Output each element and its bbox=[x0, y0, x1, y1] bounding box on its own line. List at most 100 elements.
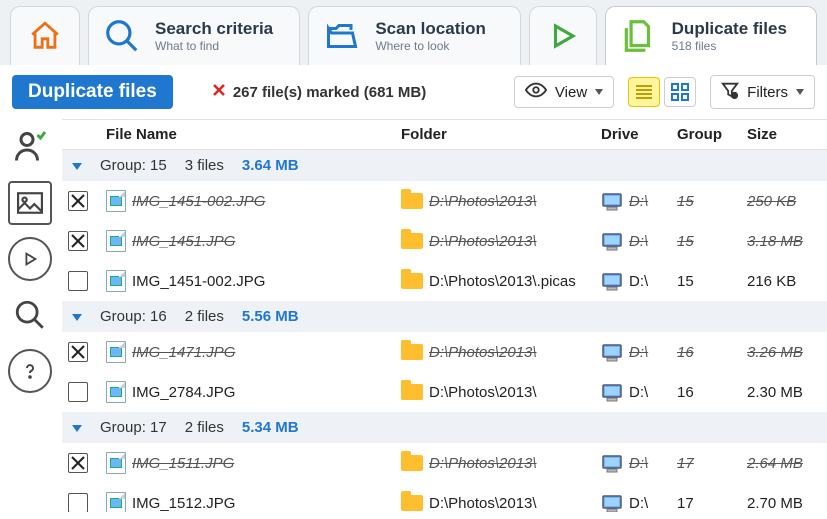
folder-open-icon bbox=[323, 17, 361, 55]
row-checkbox[interactable] bbox=[68, 382, 88, 402]
folder-icon bbox=[401, 193, 423, 209]
file-name: IMG_1512.JPG bbox=[132, 495, 235, 512]
drive-letter: D:\ bbox=[629, 455, 648, 472]
folder-icon bbox=[401, 233, 423, 249]
select-assistant-button[interactable] bbox=[8, 125, 52, 169]
list-view-button[interactable] bbox=[628, 77, 660, 107]
group-count: 2 files bbox=[185, 308, 224, 325]
group-header[interactable]: Group: 162 files5.56 MB bbox=[62, 301, 827, 332]
magnifier-icon bbox=[103, 17, 141, 55]
scan-location-sub: Where to look bbox=[375, 39, 486, 53]
search-criteria-tab[interactable]: Search criteria What to find bbox=[88, 6, 300, 65]
column-size[interactable]: Size bbox=[741, 120, 827, 149]
file-name: IMG_1451-002.JPG bbox=[132, 193, 265, 210]
image-file-icon bbox=[106, 341, 126, 363]
monitor-icon bbox=[601, 343, 623, 361]
column-folder[interactable]: Folder bbox=[395, 120, 595, 149]
image-file-icon bbox=[106, 492, 126, 512]
caret-down-icon bbox=[72, 419, 82, 436]
duplicate-files-tab[interactable]: Duplicate files 518 files bbox=[605, 6, 817, 65]
group-number: 16 bbox=[677, 344, 694, 361]
filters-label: Filters bbox=[747, 84, 788, 101]
main-area: File Name Folder Drive Group Size Group:… bbox=[0, 119, 827, 512]
group-size: 5.34 MB bbox=[242, 419, 299, 436]
group-number: 15 bbox=[677, 193, 694, 210]
svg-text:0: 0 bbox=[733, 94, 736, 99]
play-icon bbox=[544, 17, 582, 55]
group-number: 17 bbox=[677, 455, 694, 472]
column-check[interactable] bbox=[62, 120, 100, 149]
row-checkbox[interactable] bbox=[68, 493, 88, 512]
run-scan-tab[interactable] bbox=[529, 6, 597, 65]
marked-text: 267 file(s) marked (681 MB) bbox=[233, 84, 426, 101]
file-size: 216 KB bbox=[747, 273, 796, 290]
home-icon bbox=[26, 17, 64, 55]
group-header[interactable]: Group: 15 3 files 3.64 MB bbox=[62, 150, 827, 181]
image-file-icon bbox=[106, 381, 126, 403]
monitor-icon bbox=[601, 383, 623, 401]
column-filename[interactable]: File Name bbox=[100, 120, 395, 149]
table-row[interactable]: IMG_1451-002.JPGD:\Photos\2013\D:\15250 … bbox=[62, 181, 827, 221]
table-row[interactable]: IMG_1511.JPGD:\Photos\2013\D:\172.64 MB bbox=[62, 443, 827, 483]
group-count: 2 files bbox=[185, 419, 224, 436]
image-file-icon bbox=[106, 190, 126, 212]
group-number: 15 bbox=[677, 233, 694, 250]
drive-letter: D:\ bbox=[629, 193, 648, 210]
drive-letter: D:\ bbox=[629, 273, 648, 290]
help-button[interactable] bbox=[8, 349, 52, 393]
file-size: 3.18 MB bbox=[747, 233, 803, 250]
search-button[interactable] bbox=[8, 293, 52, 337]
table-row[interactable]: IMG_1512.JPGD:\Photos\2013\D:\172.70 MB bbox=[62, 483, 827, 512]
eye-icon bbox=[525, 82, 547, 102]
chevron-down-icon bbox=[796, 89, 804, 95]
group-label: Group: 15 bbox=[100, 157, 167, 174]
grid-view-button[interactable] bbox=[664, 77, 696, 107]
image-file-icon bbox=[106, 230, 126, 252]
caret-down-icon bbox=[72, 308, 82, 325]
view-label: View bbox=[555, 84, 587, 101]
duplicate-files-title: Duplicate files bbox=[672, 19, 787, 39]
group-size: 3.64 MB bbox=[242, 157, 299, 174]
group-count: 3 files bbox=[185, 157, 224, 174]
group-number: 17 bbox=[677, 495, 694, 512]
group-label: Group: 17 bbox=[100, 419, 167, 436]
side-rail bbox=[0, 119, 62, 512]
folder-path: D:\Photos\2013\ bbox=[429, 384, 537, 401]
funnel-icon: 0 bbox=[721, 81, 739, 103]
home-tab[interactable] bbox=[10, 6, 80, 65]
group-header[interactable]: Group: 17 2 files 5.34 MB bbox=[62, 412, 827, 443]
page-title: Duplicate files bbox=[12, 75, 173, 109]
row-checkbox[interactable] bbox=[68, 191, 88, 211]
file-size: 2.70 MB bbox=[747, 495, 803, 512]
row-checkbox[interactable] bbox=[68, 453, 88, 473]
table-row[interactable]: IMG_2784.JPGD:\Photos\2013\D:\162.30 MB bbox=[62, 372, 827, 412]
column-drive[interactable]: Drive bbox=[595, 120, 671, 149]
image-file-icon bbox=[106, 270, 126, 292]
row-checkbox[interactable] bbox=[68, 231, 88, 251]
duplicate-files-icon bbox=[620, 17, 658, 55]
folder-path: D:\Photos\2013\.picas bbox=[429, 273, 576, 290]
table-row[interactable]: IMG_1451-002.JPGD:\Photos\2013\.picasD:\… bbox=[62, 261, 827, 301]
file-name: IMG_1451.JPG bbox=[132, 233, 235, 250]
monitor-icon bbox=[601, 192, 623, 210]
drive-letter: D:\ bbox=[629, 384, 648, 401]
file-size: 250 KB bbox=[747, 193, 796, 210]
folder-icon bbox=[401, 273, 423, 289]
view-dropdown[interactable]: View bbox=[514, 76, 614, 108]
image-file-icon bbox=[106, 452, 126, 474]
row-checkbox[interactable] bbox=[68, 342, 88, 362]
folder-icon bbox=[401, 344, 423, 360]
column-group[interactable]: Group bbox=[671, 120, 741, 149]
table-row[interactable]: IMG_1471.JPGD:\Photos\2013\D:\163.26 MB bbox=[62, 332, 827, 372]
drive-letter: D:\ bbox=[629, 495, 648, 512]
file-name: IMG_2784.JPG bbox=[132, 384, 235, 401]
table-row[interactable]: IMG_1451.JPGD:\Photos\2013\D:\153.18 MB bbox=[62, 221, 827, 261]
filters-dropdown[interactable]: 0 Filters bbox=[710, 75, 815, 109]
table-header: File Name Folder Drive Group Size bbox=[62, 120, 827, 150]
image-preview-button[interactable] bbox=[8, 181, 52, 225]
folder-path: D:\Photos\2013\ bbox=[429, 233, 537, 250]
scan-location-tab[interactable]: Scan location Where to look bbox=[308, 6, 520, 65]
monitor-icon bbox=[601, 272, 623, 290]
play-preview-button[interactable] bbox=[8, 237, 52, 281]
row-checkbox[interactable] bbox=[68, 271, 88, 291]
